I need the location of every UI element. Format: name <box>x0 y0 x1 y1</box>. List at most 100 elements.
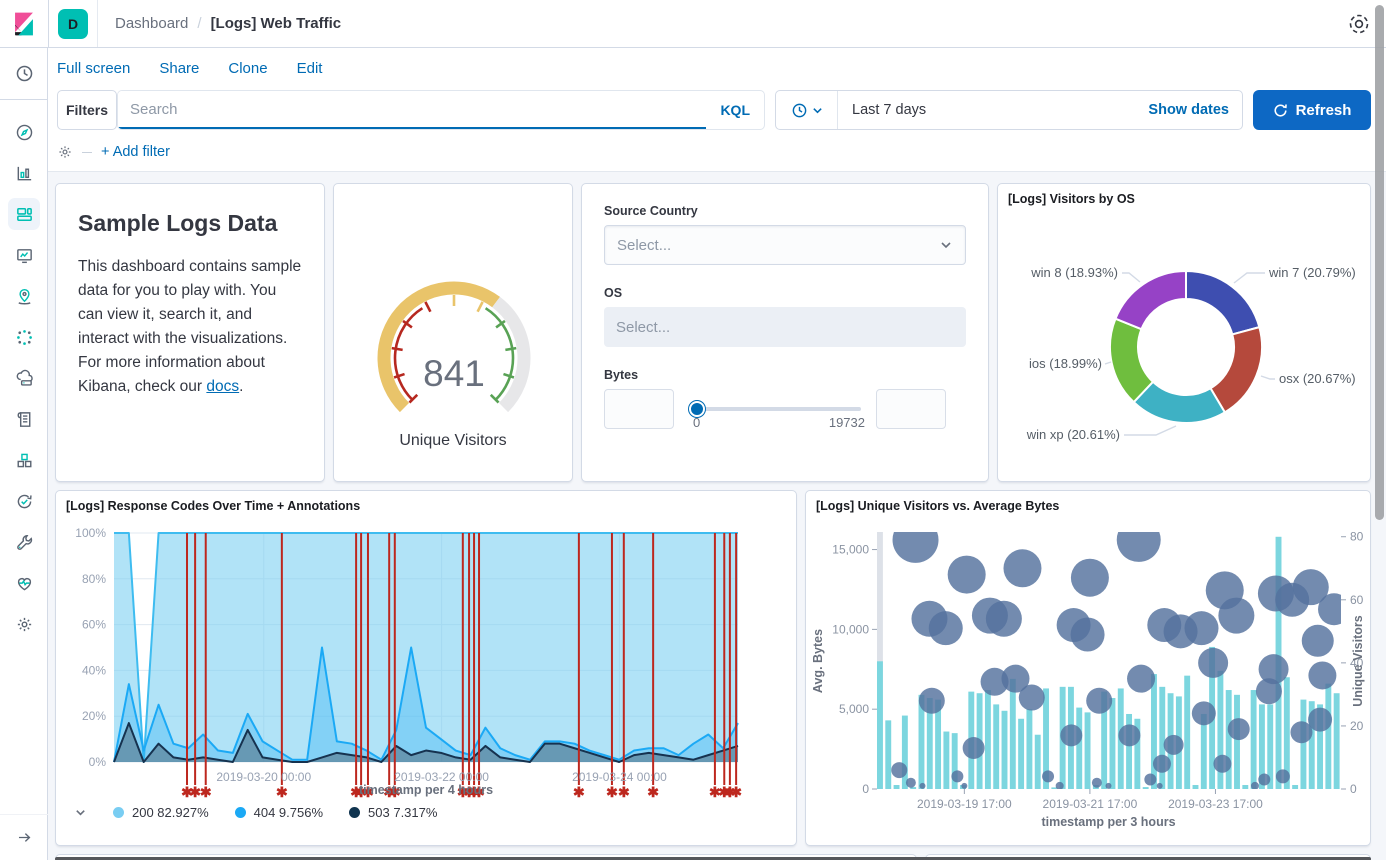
svg-text:40%: 40% <box>82 663 106 677</box>
clock-icon <box>791 102 808 119</box>
vertical-scrollbar[interactable] <box>1375 5 1384 520</box>
heartbeat-icon <box>15 574 34 593</box>
share-button[interactable]: Share <box>159 60 199 77</box>
response-codes-area-chart[interactable]: ✱✱✱✱✱✱✱✱✱✱✱✱✱✱✱✱✱✱✱✱✱0%20%40%60%80%100%2… <box>56 491 798 803</box>
sidebar-selected-highlight <box>8 198 40 230</box>
help-menu-icon[interactable] <box>1348 13 1370 35</box>
bytes-slider: 0 19732 <box>689 389 861 429</box>
refresh-label: Refresh <box>1296 102 1352 119</box>
sidebar-item-machine-learning[interactable] <box>0 317 48 357</box>
legend-label-200: 200 82.927% <box>132 805 209 820</box>
search-input[interactable] <box>118 91 706 129</box>
show-dates-button[interactable]: Show dates <box>1148 102 1242 118</box>
bytes-slider-max-label: 19732 <box>829 415 865 430</box>
breadcrumb-current: [Logs] Web Traffic <box>211 15 342 32</box>
svg-text:osx (20.67%): osx (20.67%) <box>1279 371 1356 386</box>
compass-icon <box>15 123 34 142</box>
svg-text:20: 20 <box>1350 719 1364 733</box>
bytes-slider-track[interactable] <box>689 407 861 411</box>
svg-text:✱: ✱ <box>730 784 742 800</box>
sidebar-item-maps[interactable] <box>0 276 48 316</box>
svg-text:20%: 20% <box>82 709 106 723</box>
space-badge[interactable]: D <box>58 9 88 39</box>
wrench-icon <box>15 533 34 552</box>
date-picker: Last 7 days Show dates <box>775 90 1243 130</box>
sidebar-item-stack-monitoring[interactable] <box>0 563 48 603</box>
svg-text:80: 80 <box>1350 530 1364 544</box>
clock-icon <box>15 64 34 83</box>
sidebar-item-uptime[interactable] <box>0 481 48 521</box>
legend-item-200[interactable]: 200 82.927% <box>113 805 209 820</box>
legend-item-404[interactable]: 404 9.756% <box>235 805 323 820</box>
search-box: KQL <box>117 90 765 130</box>
sidebar-item-dev-tools[interactable] <box>0 522 48 562</box>
legend-collapse-chevron-icon[interactable] <box>74 806 87 819</box>
full-screen-button[interactable]: Full screen <box>57 60 130 77</box>
edit-button[interactable]: Edit <box>297 60 323 77</box>
os-placeholder: Select... <box>616 319 670 336</box>
sidebar-item-logs[interactable] <box>0 399 48 439</box>
space-switcher[interactable]: D <box>49 0 98 47</box>
clone-button[interactable]: Clone <box>228 60 267 77</box>
sidebar-item-metrics[interactable] <box>0 440 48 480</box>
legend-item-503[interactable]: 503 7.317% <box>349 805 437 820</box>
chevron-down-icon <box>939 238 953 252</box>
add-filter-button[interactable]: + Add filter <box>101 144 170 160</box>
legend-label-404: 404 9.756% <box>254 805 323 820</box>
chevron-down-icon <box>812 105 823 116</box>
bytes-min-input[interactable] <box>604 389 674 429</box>
sidebar-item-discover[interactable] <box>0 112 48 152</box>
svg-text:✱: ✱ <box>276 784 288 800</box>
sidebar-collapse-toggle[interactable] <box>0 814 48 860</box>
sidebar-item-recent[interactable] <box>0 48 48 100</box>
filter-settings-gear-icon[interactable] <box>57 144 73 160</box>
sidebar-item-dashboard[interactable] <box>0 194 48 234</box>
panel-sample-logs-data: Sample Logs Data This dashboard contains… <box>55 183 325 482</box>
kql-toggle[interactable]: KQL <box>706 91 764 129</box>
bytes-label: Bytes <box>604 368 966 382</box>
svg-text:✱: ✱ <box>647 784 659 800</box>
sidebar-item-stack[interactable] <box>0 358 48 398</box>
dashboard-icon <box>15 205 34 224</box>
sidebar-item-visualize[interactable] <box>0 153 48 193</box>
machine-learning-icon <box>15 328 34 347</box>
panel-title-visitors-by-os[interactable]: [Logs] Visitors by OS <box>1008 192 1135 206</box>
visitors-by-os-donut-chart[interactable]: win 7 (20.79%)osx (20.67%)win xp (20.61%… <box>998 184 1372 483</box>
markdown-title: Sample Logs Data <box>78 210 302 237</box>
time-quick-menu-button[interactable] <box>776 91 838 129</box>
source-country-label: Source Country <box>604 204 966 218</box>
kibana-logo-icon <box>11 11 37 37</box>
cloud-server-icon <box>15 369 34 388</box>
source-country-select[interactable]: Select... <box>604 225 966 265</box>
panel-visitors-vs-bytes: [Logs] Unique Visitors vs. Average Bytes… <box>805 490 1371 846</box>
legend-dot-404 <box>235 807 246 818</box>
breadcrumb-dashboard[interactable]: Dashboard <box>115 15 188 32</box>
sidebar <box>0 48 48 860</box>
sidebar-item-canvas[interactable] <box>0 235 48 275</box>
visitors-vs-bytes-chart[interactable]: 05,00010,00015,0000204060802019-03-19 17… <box>806 491 1372 847</box>
top-navigation-bar: D Dashboard / [Logs] Web Traffic <box>0 0 1386 48</box>
panel-title-response-codes[interactable]: [Logs] Response Codes Over Time + Annota… <box>66 499 360 513</box>
chart-legend: 200 82.927% 404 9.756% 503 7.317% <box>74 805 437 820</box>
panel-title-visitors-vs-bytes[interactable]: [Logs] Unique Visitors vs. Average Bytes <box>816 499 1059 513</box>
bytes-max-input[interactable] <box>876 389 946 429</box>
logs-scroll-icon <box>15 410 34 429</box>
refresh-button[interactable]: Refresh <box>1253 90 1371 130</box>
gauge-label: Unique Visitors <box>334 432 572 450</box>
bar-chart-icon <box>15 164 34 183</box>
os-select[interactable]: Select... <box>604 307 966 347</box>
time-range-value[interactable]: Last 7 days <box>838 102 926 118</box>
sidebar-item-management[interactable] <box>0 604 48 644</box>
breadcrumb: Dashboard / [Logs] Web Traffic <box>98 15 341 32</box>
panel-response-codes: [Logs] Response Codes Over Time + Annota… <box>55 490 797 846</box>
svg-text:0: 0 <box>862 782 869 796</box>
markdown-period: . <box>239 378 243 395</box>
docs-link[interactable]: docs <box>206 378 239 395</box>
gauge-chart[interactable]: 841 <box>344 256 564 421</box>
dashboard-menu-bar: Full screen Share Clone Edit <box>48 48 1386 89</box>
filters-button[interactable]: Filters <box>57 90 117 130</box>
os-label: OS <box>604 286 966 300</box>
svg-text:Avg. Bytes: Avg. Bytes <box>811 629 825 693</box>
kibana-logo[interactable] <box>0 0 49 47</box>
svg-text:2019-03-20 00:00: 2019-03-20 00:00 <box>216 770 311 784</box>
